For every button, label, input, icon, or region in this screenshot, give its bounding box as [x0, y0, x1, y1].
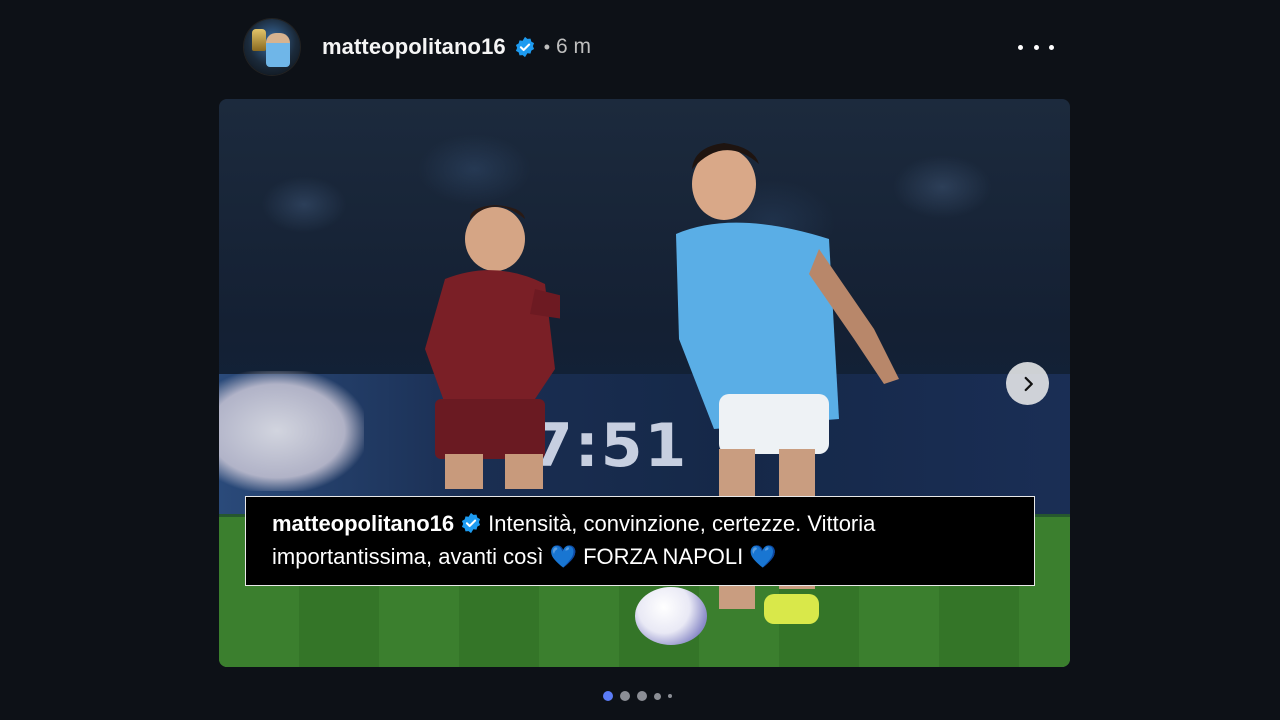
- ad-logo: [219, 371, 364, 491]
- avatar[interactable]: [244, 19, 300, 75]
- football: [635, 587, 707, 645]
- blue-heart-emoji: 💙: [549, 544, 577, 569]
- carousel-dot[interactable]: [637, 691, 647, 701]
- more-dot: [1033, 44, 1039, 50]
- caption-text-line2a: importantissima, avanti così: [272, 544, 544, 569]
- carousel-dot[interactable]: [668, 694, 672, 698]
- avatar-trophy: [252, 29, 266, 51]
- more-dot: [1049, 44, 1054, 50]
- verified-badge-icon: [460, 510, 482, 534]
- caption-text-line1: Intensità, convinzione, certezze. Vittor…: [488, 511, 876, 536]
- caption-text-line2b: FORZA NAPOLI: [583, 544, 744, 569]
- carousel-dot[interactable]: [654, 692, 661, 700]
- next-slide-button[interactable]: [1006, 362, 1049, 405]
- more-dot: [1018, 44, 1023, 50]
- blue-heart-emoji: 💙: [749, 544, 777, 569]
- carousel-indicator: [603, 691, 679, 701]
- player-maroon: [425, 205, 560, 489]
- caption-box: matteopolitano16 Intensità, convinzione,…: [245, 496, 1035, 586]
- verified-badge-icon: [514, 36, 536, 58]
- post-time: 6 m: [556, 35, 592, 58]
- separator-dot: •: [543, 36, 551, 57]
- carousel-dot-active[interactable]: [603, 691, 613, 701]
- caption-username[interactable]: matteopolitano16: [272, 511, 454, 536]
- post-header: matteopolitano16 • 6 m: [244, 18, 1054, 76]
- avatar-person: [266, 33, 290, 67]
- chevron-right-icon: [1024, 376, 1033, 391]
- username[interactable]: matteopolitano16: [322, 34, 506, 60]
- more-options-icon[interactable]: [1018, 34, 1054, 60]
- carousel-dot[interactable]: [620, 691, 630, 701]
